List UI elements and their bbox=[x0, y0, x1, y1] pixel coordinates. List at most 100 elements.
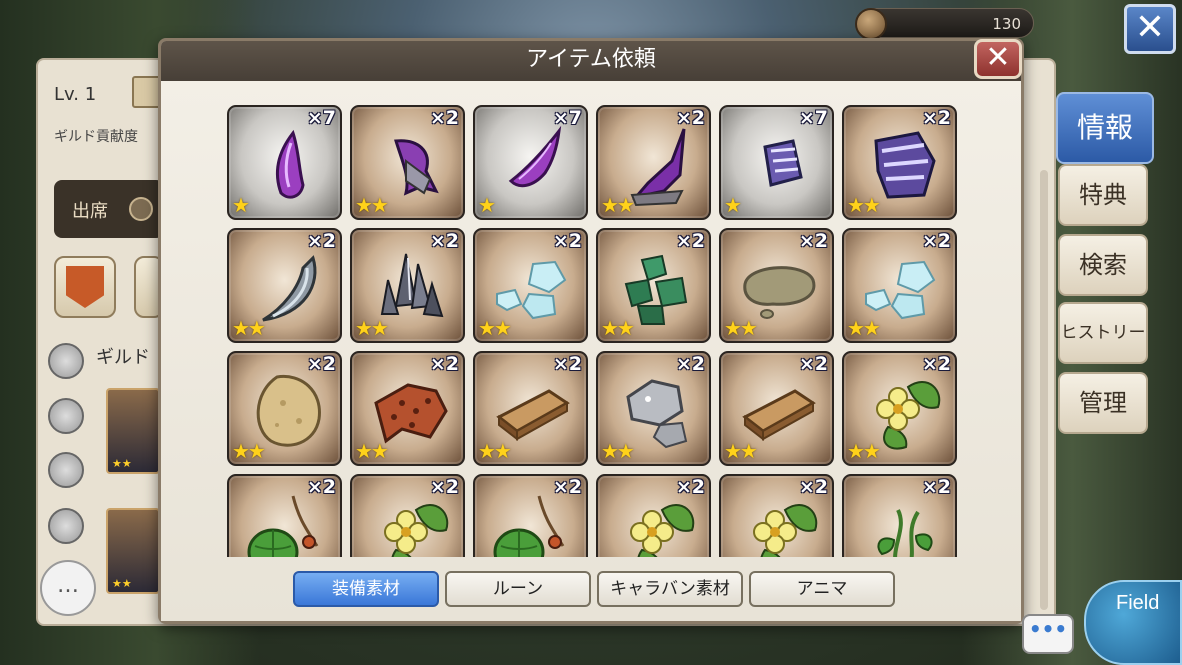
item-quantity: ×7 bbox=[306, 107, 336, 129]
tab-manage-label: 管理 bbox=[1079, 389, 1127, 417]
item-rarity-stars: ★★ bbox=[601, 439, 635, 463]
item-request-dialog: アイテム依頼 ✕ ×7 ★ ×2 ★★ ×7 ★ ×2 ★★ ×7 ★ ×2 ★★ ×2 ★★ ×2 ★★ ×2… bbox=[158, 38, 1024, 624]
coin-icon bbox=[129, 197, 153, 221]
tab-runes[interactable]: ルーン bbox=[445, 571, 591, 607]
chat-button[interactable]: … bbox=[40, 560, 96, 616]
panel-scrollbar[interactable] bbox=[1040, 170, 1048, 610]
item-quantity: ×2 bbox=[798, 353, 828, 375]
item-slot[interactable]: ×2★★ bbox=[842, 105, 957, 220]
green-gourd-vine-icon bbox=[243, 490, 329, 557]
cat-mask-icon bbox=[48, 452, 84, 488]
item-quantity: ×2 bbox=[921, 230, 951, 252]
tab-benefits[interactable]: 特典 bbox=[1058, 164, 1148, 226]
tab-history[interactable]: ヒストリー bbox=[1058, 302, 1148, 364]
item-slot[interactable]: ×7 ★ bbox=[227, 105, 342, 220]
item-slot[interactable]: ×2 ★★ bbox=[350, 228, 465, 343]
item-quantity: ×2 bbox=[306, 353, 336, 375]
item-quantity: ×2 bbox=[798, 476, 828, 498]
item-rarity-stars: ★★ bbox=[601, 193, 635, 217]
swords-icon bbox=[48, 398, 84, 434]
tab-label: ルーン bbox=[492, 579, 544, 599]
resource-value: 130 bbox=[992, 15, 1021, 33]
item-slot[interactable]: ×2 ★★ bbox=[842, 228, 957, 343]
guild-emblem-button[interactable] bbox=[54, 256, 116, 318]
item-quantity: ×2 bbox=[429, 476, 459, 498]
yellow-flower-herb-icon bbox=[366, 490, 452, 557]
item-slot[interactable]: ×2 ★★ bbox=[227, 351, 342, 466]
tab-history-label: ヒストリー bbox=[1060, 323, 1146, 343]
item-rarity-stars: ★★ bbox=[355, 193, 389, 217]
item-rarity-stars: ★★ bbox=[847, 439, 881, 463]
item-slot[interactable]: ×2 ★★ bbox=[350, 351, 465, 466]
attendance-button[interactable]: 出席 bbox=[54, 180, 164, 238]
item-slot[interactable]: ×2★★ bbox=[842, 474, 957, 557]
close-icon: ✕ bbox=[985, 40, 1011, 75]
tab-manage[interactable]: 管理 bbox=[1058, 372, 1148, 434]
guild-level: Lv. 1 bbox=[54, 84, 97, 105]
yellow-flower-herb-icon bbox=[612, 490, 698, 557]
item-slot[interactable]: ×2★★ bbox=[596, 105, 711, 220]
yellow-flower-herb-icon bbox=[735, 490, 821, 557]
tab-info[interactable]: 情報 bbox=[1056, 92, 1154, 164]
item-quantity: ×2 bbox=[429, 107, 459, 129]
item-slot[interactable]: ×2★★ bbox=[227, 228, 342, 343]
item-rarity-stars: ★★ bbox=[232, 439, 266, 463]
item-rarity-stars: ★ bbox=[724, 193, 742, 217]
guild-contribution-label: ギルド貢献度 bbox=[54, 129, 138, 145]
tab-search[interactable]: 検索 bbox=[1058, 234, 1148, 296]
dialog-close-button[interactable]: ✕ bbox=[974, 39, 1022, 79]
item-grid-viewport[interactable]: ×7 ★ ×2 ★★ ×7 ★ ×2 ★★ ×7 ★ ×2 ★★ ×2 ★★ ×2 ★★ ×2 ★★ ×2 ★★ ×2 ★… bbox=[227, 105, 963, 557]
field-label: Field bbox=[1116, 592, 1160, 614]
item-rarity-stars: ★★ bbox=[355, 439, 389, 463]
item-slot[interactable]: ×2★★ bbox=[842, 351, 957, 466]
item-quantity: ×2 bbox=[552, 353, 582, 375]
item-rarity-stars: ★★ bbox=[847, 316, 881, 340]
item-grid: ×7 ★ ×2 ★★ ×7 ★ ×2 ★★ ×7 ★ ×2 ★★ ×2 ★★ ×2 ★★ ×2 ★★ ×2 ★★ ×2 ★… bbox=[227, 105, 957, 557]
tab-caravan-materials[interactable]: キャラバン素材 bbox=[597, 571, 743, 607]
item-slot[interactable]: ×2★★ bbox=[719, 474, 834, 557]
item-slot[interactable]: ×2 ★★ bbox=[350, 105, 465, 220]
item-quantity: ×2 bbox=[429, 230, 459, 252]
member-stars: ★★ bbox=[112, 457, 132, 470]
item-rarity-stars: ★★ bbox=[478, 439, 512, 463]
item-rarity-stars: ★★ bbox=[724, 316, 758, 340]
item-slot[interactable]: ×2 ★★ bbox=[719, 351, 834, 466]
item-slot[interactable]: ×2 ★★ bbox=[473, 228, 588, 343]
item-quantity: ×2 bbox=[675, 353, 705, 375]
item-quantity: ×2 bbox=[552, 230, 582, 252]
item-slot[interactable]: ×2 ★★ bbox=[596, 351, 711, 466]
more-options-button[interactable]: ••• bbox=[1022, 614, 1074, 654]
penguin-icon bbox=[48, 508, 84, 544]
member-portrait[interactable]: ★★ bbox=[106, 388, 160, 474]
item-slot[interactable]: ×2★★ bbox=[596, 228, 711, 343]
item-slot[interactable]: ×7 ★ bbox=[719, 105, 834, 220]
tab-anima[interactable]: アニマ bbox=[749, 571, 895, 607]
item-rarity-stars: ★★ bbox=[355, 316, 389, 340]
item-slot[interactable]: ×2★★ bbox=[227, 474, 342, 557]
item-rarity-stars: ★★ bbox=[724, 439, 758, 463]
dots-label: ••• bbox=[1028, 617, 1068, 641]
member-portrait[interactable]: ★★ bbox=[106, 508, 160, 594]
item-quantity: ×2 bbox=[552, 476, 582, 498]
item-rarity-stars: ★★ bbox=[478, 316, 512, 340]
item-quantity: ×7 bbox=[552, 107, 582, 129]
item-slot[interactable]: ×2★★ bbox=[350, 474, 465, 557]
item-slot[interactable]: ×2★★ bbox=[596, 474, 711, 557]
category-tabs: 装備素材 ルーン キャラバン素材 アニマ bbox=[293, 571, 895, 607]
purple-fang-icon bbox=[489, 121, 575, 207]
attendance-label: 出席 bbox=[72, 201, 108, 222]
item-slot[interactable]: ×2 ★★ bbox=[473, 351, 588, 466]
item-quantity: ×2 bbox=[429, 353, 459, 375]
guild-members-label: ギルド bbox=[96, 347, 150, 368]
item-slot[interactable]: ×2★★ bbox=[473, 474, 588, 557]
close-screen-button[interactable]: ✕ bbox=[1124, 4, 1176, 54]
item-rarity-stars: ★ bbox=[232, 193, 250, 217]
tab-label: キャラバン素材 bbox=[610, 579, 730, 599]
tab-equipment-materials[interactable]: 装備素材 bbox=[293, 571, 439, 607]
purple-shard-icon bbox=[243, 121, 329, 207]
item-slot[interactable]: ×7 ★ bbox=[473, 105, 588, 220]
field-button[interactable]: Field bbox=[1084, 580, 1182, 665]
item-quantity: ×2 bbox=[306, 476, 336, 498]
item-slot[interactable]: ×2★★ bbox=[719, 228, 834, 343]
item-rarity-stars: ★★ bbox=[232, 316, 266, 340]
